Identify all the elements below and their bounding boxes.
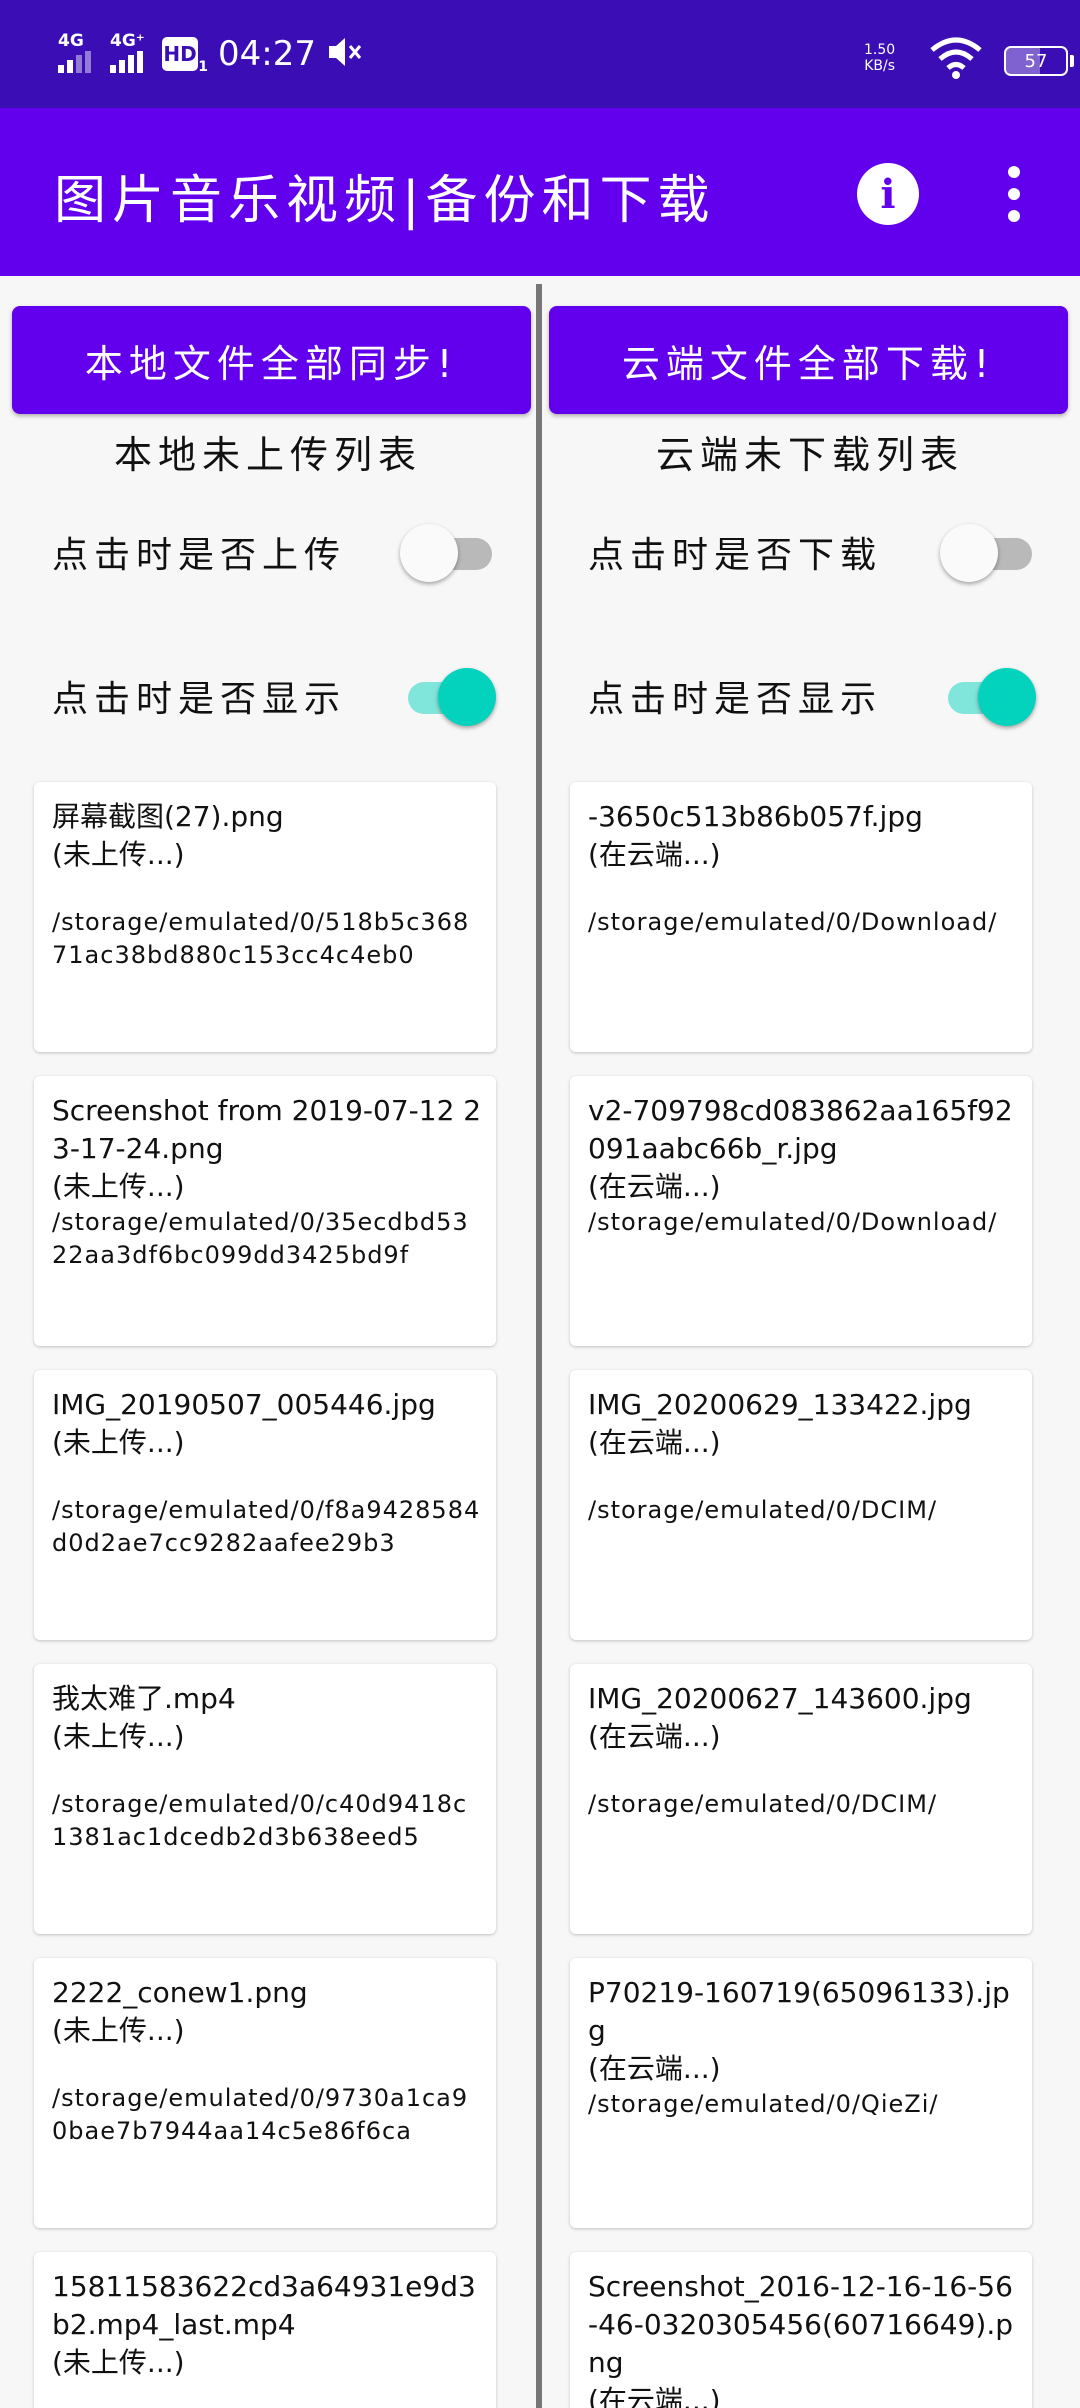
file-status: (在云端...) (588, 1720, 721, 1753)
file-name: IMG_20200629_133422.jpg (588, 1388, 972, 1421)
info-icon[interactable]: i (857, 163, 919, 225)
file-name: Screenshot from 2019-07-12 23-17-24.png (52, 1094, 482, 1165)
file-path: /storage/emulated/0/35ecdbd5322aa3df6bc0… (52, 1208, 469, 1269)
file-path: /storage/emulated/0/9730a1ca90bae7b7944a… (52, 2084, 469, 2145)
file-status: (未上传...) (52, 2014, 185, 2047)
file-name: Screenshot_2016-12-16-16-56-46-032030545… (588, 2270, 1014, 2379)
file-status: (未上传...) (52, 1720, 185, 1753)
network-type-1: 4G (58, 31, 84, 51)
status-right: 1.50 KB/s 57 (860, 30, 1080, 90)
file-name: 我太难了.mp4 (52, 1682, 236, 1715)
file-status: (在云端...) (588, 2052, 721, 2085)
file-name: P70219-160719(65096133).jpg (588, 1976, 1010, 2047)
file-name: IMG_20190507_005446.jpg (52, 1388, 436, 1421)
upload-on-click-switch[interactable] (400, 522, 496, 582)
wifi-icon (930, 36, 982, 84)
list-item[interactable]: v2-709798cd083862aa165f92091aabc66b_r.jp… (570, 1076, 1032, 1346)
cloud-column: 云端文件全部下载! 云端未下载列表 点击时是否下载 点击时是否显示 -3650c… (542, 276, 1078, 2408)
file-path: /storage/emulated/0/DCIM/ (588, 1496, 938, 1524)
file-name: 15811583622cd3a64931e9d3b2.mp4_last.mp4 (52, 2270, 476, 2341)
more-vert-icon[interactable] (996, 166, 1032, 222)
status-left: 4G 4G⁺ HD 1 04:27 (58, 31, 364, 75)
file-path: /storage/emulated/0/f8a9428584d0d2ae7cc9… (52, 1496, 481, 1557)
battery-tip (1070, 55, 1074, 67)
file-name: 2222_conew1.png (52, 1976, 308, 2009)
upload-on-click-label: 点击时是否上传 (52, 535, 347, 576)
show-on-click-row: 点击时是否显示 (542, 654, 1078, 734)
speed-value: 1.50 (864, 42, 896, 58)
file-path: /storage/emulated/0/DCIM/ (588, 1790, 938, 1818)
file-status: (未上传...) (52, 2346, 185, 2379)
clock: 04:27 (218, 34, 316, 74)
file-status: (在云端...) (588, 1170, 721, 1203)
file-path: /storage/emulated/0/c40d9418c1381ac1dced… (52, 1790, 468, 1851)
file-status: (未上传...) (52, 1170, 185, 1203)
cloud-list-title: 云端未下载列表 (655, 433, 964, 477)
file-status: (在云端...) (588, 1426, 721, 1459)
app-title: 图片音乐视频|备份和下载 (54, 171, 716, 231)
download-all-cloud-button[interactable]: 云端文件全部下载! (549, 306, 1068, 414)
list-item[interactable]: Screenshot_2016-12-16-16-56-46-032030545… (570, 2252, 1032, 2408)
file-name: -3650c513b86b057f.jpg (588, 800, 923, 833)
file-name: 屏幕截图(27).png (52, 800, 284, 833)
signal-1: 4G (58, 31, 94, 73)
list-item[interactable]: 15811583622cd3a64931e9d3b2.mp4_last.mp4 … (34, 2252, 496, 2408)
hd-label: HD (163, 42, 197, 66)
list-item[interactable]: IMG_20190507_005446.jpg (未上传...) /storag… (34, 1370, 496, 1640)
list-item[interactable]: IMG_20200629_133422.jpg (在云端...) /storag… (570, 1370, 1032, 1640)
file-path: /storage/emulated/0/Download/ (588, 908, 998, 936)
file-name: IMG_20200627_143600.jpg (588, 1682, 972, 1715)
show-on-click-switch[interactable] (400, 666, 496, 726)
show-on-click-switch[interactable] (940, 666, 1036, 726)
list-item[interactable]: P70219-160719(65096133).jpg (在云端...) /st… (570, 1958, 1032, 2228)
show-on-click-row: 点击时是否显示 (0, 654, 536, 734)
mute-icon (326, 34, 364, 74)
upload-on-click-row: 点击时是否上传 (0, 510, 536, 590)
local-list-title: 本地未上传列表 (113, 433, 422, 477)
app-bar: 图片音乐视频|备份和下载 i (0, 108, 1080, 276)
speed-unit: KB/s (864, 58, 895, 74)
hd-sub-label: 1 (198, 59, 208, 75)
list-item[interactable]: Screenshot from 2019-07-12 23-17-24.png … (34, 1076, 496, 1346)
list-item[interactable]: IMG_20200627_143600.jpg (在云端...) /storag… (570, 1664, 1032, 1934)
file-path: /storage/emulated/0/Download/ (588, 1208, 998, 1236)
local-column: 本地文件全部同步! 本地未上传列表 点击时是否上传 点击时是否显示 屏幕截图(2… (0, 276, 536, 2408)
file-name: v2-709798cd083862aa165f92091aabc66b_r.jp… (588, 1094, 1013, 1165)
download-on-click-switch[interactable] (940, 522, 1036, 582)
download-on-click-row: 点击时是否下载 (542, 510, 1078, 590)
file-status: (在云端...) (588, 2384, 721, 2408)
show-on-click-label: 点击时是否显示 (588, 679, 883, 720)
file-status: (未上传...) (52, 838, 185, 871)
network-speed: 1.50 KB/s (864, 42, 895, 74)
file-path: /storage/emulated/0/518b5c36871ac38bd880… (52, 908, 470, 969)
show-on-click-label: 点击时是否显示 (52, 679, 347, 720)
battery-level: 57 (1024, 50, 1048, 72)
list-item[interactable]: 屏幕截图(27).png (未上传...) /storage/emulated/… (34, 782, 496, 1052)
network-type-2: 4G⁺ (110, 31, 145, 51)
file-status: (在云端...) (588, 838, 721, 871)
file-status: (未上传...) (52, 1426, 185, 1459)
sync-all-local-button[interactable]: 本地文件全部同步! (12, 306, 531, 414)
file-path: /storage/emulated/0/QieZi/ (588, 2090, 939, 2118)
list-item[interactable]: -3650c513b86b057f.jpg (在云端...) /storage/… (570, 782, 1032, 1052)
list-item[interactable]: 我太难了.mp4 (未上传...) /storage/emulated/0/c4… (34, 1664, 496, 1934)
signal-2: 4G⁺ (110, 31, 146, 73)
download-on-click-label: 点击时是否下载 (588, 535, 883, 576)
status-bar: 4G 4G⁺ HD 1 04:27 1.50 KB/s 57 (0, 0, 1080, 108)
battery-icon: 57 (1004, 46, 1068, 76)
hd-voice-icon: HD 1 (162, 37, 208, 75)
list-item[interactable]: 2222_conew1.png (未上传...) /storage/emulat… (34, 1958, 496, 2228)
